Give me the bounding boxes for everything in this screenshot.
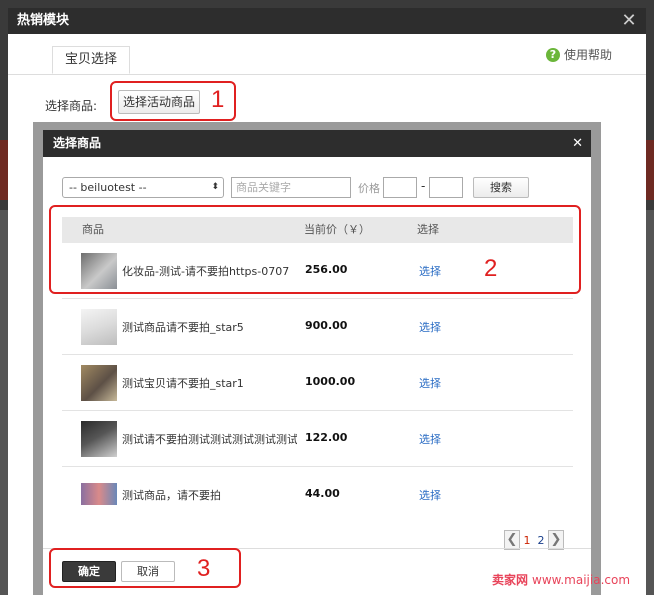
price-dash: - <box>421 179 426 193</box>
annotation-box-2 <box>49 205 581 294</box>
pick-product-label: 选择商品: <box>45 99 98 113</box>
dialog-title: 热销模块 <box>8 8 646 34</box>
help-link[interactable]: ? 使用帮助 <box>545 46 612 63</box>
pagination: ❮ 1 2 ❯ <box>504 530 564 550</box>
price-label: 价格 <box>358 182 380 195</box>
table-row: 测试请不要拍测试测试测试测试测试 122.00 选择 <box>62 411 573 467</box>
annotation-number-3: 3 <box>197 555 211 582</box>
keyword-input[interactable]: 商品关键字 <box>231 177 351 198</box>
close-icon[interactable]: ✕ <box>572 130 583 157</box>
product-thumbnail <box>81 365 117 401</box>
annotation-box-3 <box>49 548 241 588</box>
select-link[interactable]: 选择 <box>419 431 441 447</box>
annotation-number-2: 2 <box>484 255 498 282</box>
price-max-input[interactable] <box>429 177 463 198</box>
watermark-url: www.maijia.com <box>532 572 631 587</box>
product-name: 测试宝贝请不要拍_star1 <box>122 377 244 390</box>
product-price: 122.00 <box>305 431 348 444</box>
annotation-number-1: 1 <box>211 86 225 113</box>
help-label: 使用帮助 <box>563 48 612 62</box>
select-link[interactable]: 选择 <box>419 375 441 391</box>
table-row: 测试宝贝请不要拍_star1 1000.00 选择 <box>62 355 573 411</box>
shop-select[interactable]: -- beiluotest -- ⬍ <box>62 177 224 198</box>
product-thumbnail <box>81 309 117 345</box>
price-min-input[interactable] <box>383 177 417 198</box>
search-button[interactable]: 搜索 <box>473 177 529 198</box>
product-name: 测试请不要拍测试测试测试测试测试 <box>122 433 297 446</box>
tab-item-selection[interactable]: 宝贝选择 <box>52 46 130 74</box>
product-thumbnail <box>81 421 117 457</box>
help-icon: ? <box>545 47 560 62</box>
table-row: 测试商品，请不要拍 44.00 选择 <box>62 467 573 523</box>
tab-divider <box>8 74 646 75</box>
select-link[interactable]: 选择 <box>419 487 441 503</box>
product-price: 1000.00 <box>305 375 356 388</box>
product-price: 44.00 <box>305 487 340 500</box>
watermark-logo: 卖家网 <box>492 573 529 587</box>
close-icon[interactable]: ✕ <box>618 10 640 32</box>
page-number[interactable]: 2 <box>534 534 548 547</box>
product-price: 900.00 <box>305 319 348 332</box>
select-product-title: 选择商品 <box>43 130 591 157</box>
select-link[interactable]: 选择 <box>419 319 441 335</box>
watermark: 卖家网 www.maijia.com <box>492 571 630 588</box>
shop-select-value: -- beiluotest -- <box>69 181 147 194</box>
product-name: 测试商品，请不要拍 <box>122 489 221 502</box>
select-arrow-icon: ⬍ <box>211 182 219 192</box>
page-number-current[interactable]: 1 <box>520 534 534 547</box>
product-thumbnail <box>81 483 117 505</box>
table-row: 测试商品请不要拍_star5 900.00 选择 <box>62 299 573 355</box>
search-bar: -- beiluotest -- ⬍ 商品关键字 价格 - 搜索 <box>62 177 582 198</box>
select-product-dialog: 选择商品 ✕ -- beiluotest -- ⬍ 商品关键字 价格 - 搜索 … <box>43 130 591 595</box>
prev-page-icon[interactable]: ❮ <box>504 530 520 550</box>
product-name: 测试商品请不要拍_star5 <box>122 321 244 334</box>
next-page-icon[interactable]: ❯ <box>548 530 564 550</box>
